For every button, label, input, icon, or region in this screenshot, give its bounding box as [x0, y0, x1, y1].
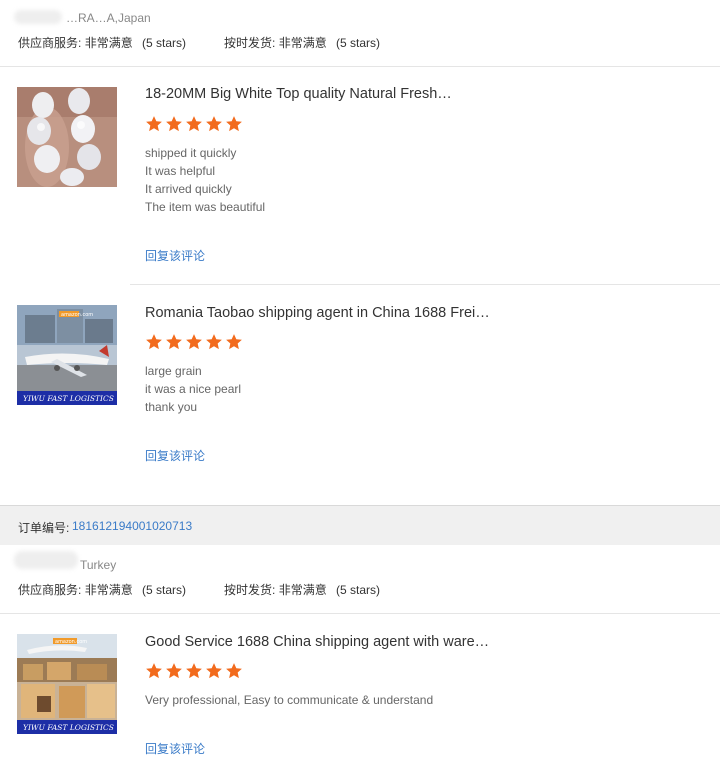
product-title-link[interactable]: Good Service 1688 China shipping agent w…: [145, 634, 489, 650]
rating-stars: [145, 333, 243, 353]
star-icon: [226, 116, 242, 132]
product-thumbnail-warehouse[interactable]: amazon.com YIWU FAST LOGISTICS: [17, 634, 117, 734]
supplier-service-value: 非常满意: [84, 583, 133, 597]
logistics-banner-text: YIWU FAST LOGISTICS: [23, 394, 114, 403]
divider: [130, 284, 720, 285]
supplier-service-rating: 供应商服务: 非常满意 (5 stars): [18, 581, 186, 598]
review-text-line: shipped it quickly: [145, 146, 237, 160]
star-icon: [166, 663, 182, 679]
amazon-sign-text: amazon.com: [55, 639, 87, 645]
product-title-link[interactable]: 18-20MM Big White Top quality Natural Fr…: [145, 86, 452, 102]
star-icon: [206, 116, 222, 132]
star-icon: [226, 334, 242, 350]
review-text-line: It was helpful: [145, 164, 216, 178]
review-text-line: it was a nice pearl: [145, 382, 242, 396]
star-icon: [146, 334, 162, 350]
ontime-stars: (5 stars): [336, 36, 381, 50]
supplier-service-label: 供应商服务:: [18, 583, 82, 597]
star-icon: [166, 116, 182, 132]
ontime-shipping-rating: 按时发货: 非常满意 (5 stars): [224, 34, 380, 51]
rating-stars: [145, 662, 243, 682]
review-text-line: large grain: [145, 364, 202, 378]
warehouse-image: amazon.com YIWU FAST LOGISTICS: [17, 634, 117, 734]
logistics-banner-text: YIWU FAST LOGISTICS: [23, 723, 114, 732]
star-icon: [146, 116, 162, 132]
divider: [0, 613, 720, 614]
airplane-image: amazon.com YIWU FAST LOGISTICS: [17, 305, 117, 405]
star-icon: [186, 116, 202, 132]
star-icon: [226, 663, 242, 679]
star-icon: [166, 334, 182, 350]
order-number-label: 订单编号:: [18, 521, 70, 535]
star-icon: [206, 663, 222, 679]
supplier-service-stars: (5 stars): [142, 36, 187, 50]
buyer-location: …RA…A,Japan: [66, 11, 151, 25]
reply-to-review-link[interactable]: 回复该评论: [145, 447, 205, 464]
buyer-location: Turkey: [80, 558, 117, 572]
ontime-label: 按时发货:: [224, 583, 276, 597]
star-icon: [186, 663, 202, 679]
supplier-service-label: 供应商服务:: [18, 36, 82, 50]
divider: [0, 66, 720, 67]
order-number-bar: 订单编号: 181612194001020713: [0, 505, 720, 545]
supplier-service-stars: (5 stars): [142, 583, 187, 597]
product-title-link[interactable]: Romania Taobao shipping agent in China 1…: [145, 305, 490, 321]
review-text-line: thank you: [145, 400, 198, 414]
amazon-sign-text: amazon.com: [61, 312, 93, 318]
review-text-line: Very professional, Easy to communicate &…: [145, 693, 434, 707]
ontime-stars: (5 stars): [336, 583, 381, 597]
order-number-link[interactable]: 181612194001020713: [72, 519, 192, 533]
ontime-shipping-rating: 按时发货: 非常满意 (5 stars): [224, 581, 380, 598]
ontime-value: 非常满意: [278, 583, 327, 597]
masked-buyer-name: [14, 551, 78, 569]
star-icon: [206, 334, 222, 350]
rating-stars: [145, 115, 243, 135]
review-text-line: It arrived quickly: [145, 182, 232, 196]
product-thumbnail-airplane[interactable]: amazon.com YIWU FAST LOGISTICS: [17, 305, 117, 405]
ontime-value: 非常满意: [278, 36, 327, 50]
star-icon: [146, 663, 162, 679]
star-icon: [186, 334, 202, 350]
pearl-image: [17, 87, 117, 187]
supplier-service-rating: 供应商服务: 非常满意 (5 stars): [18, 34, 186, 51]
review-text-line: The item was beautiful: [145, 200, 266, 214]
product-thumbnail-pearls[interactable]: [17, 87, 117, 187]
supplier-service-value: 非常满意: [84, 36, 133, 50]
masked-buyer-name: [14, 10, 62, 24]
ontime-label: 按时发货:: [224, 36, 276, 50]
reply-to-review-link[interactable]: 回复该评论: [145, 247, 205, 264]
reply-to-review-link[interactable]: 回复该评论: [145, 740, 205, 757]
